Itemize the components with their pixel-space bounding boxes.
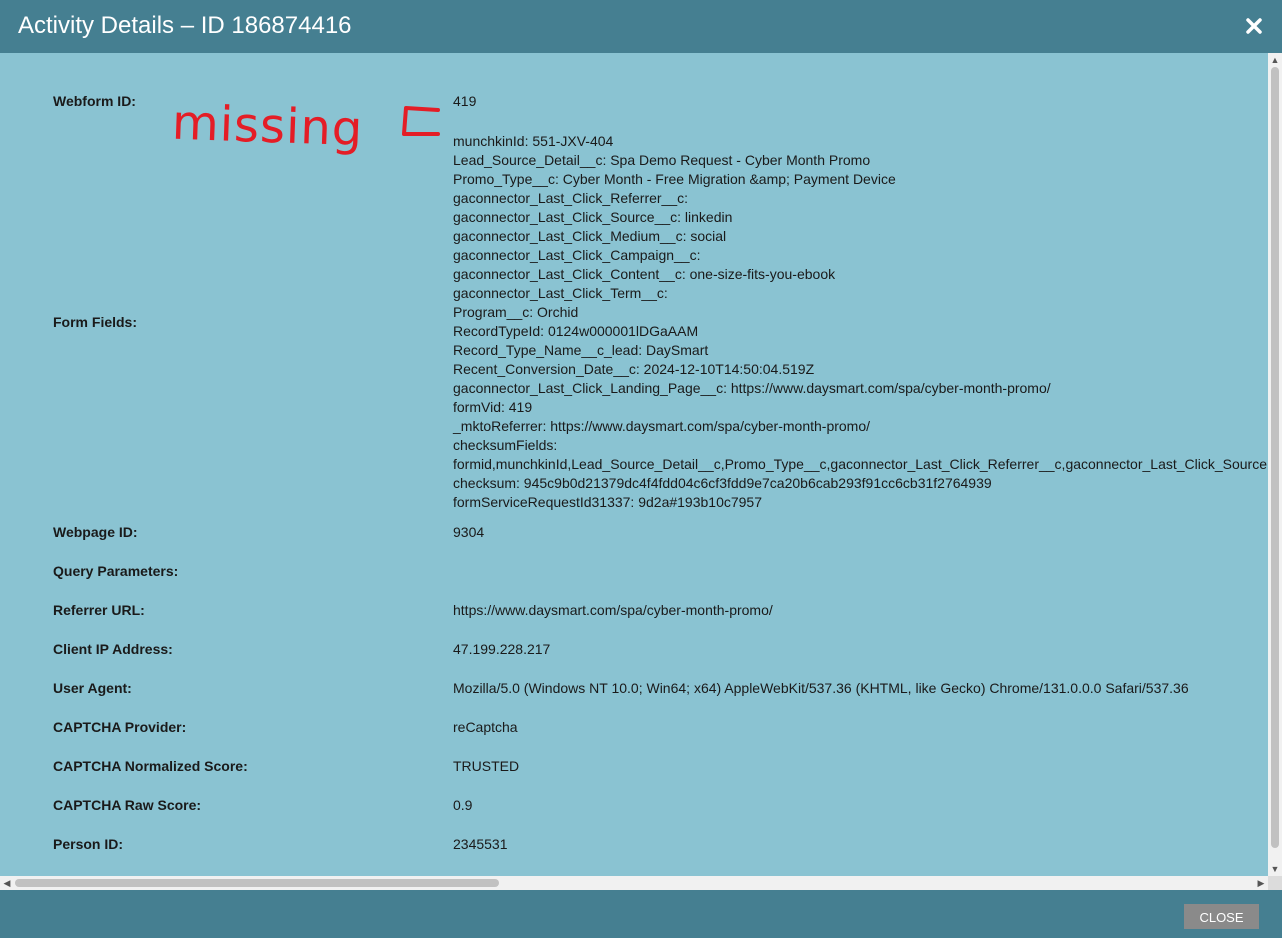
form-field-line: gaconnector_Last_Click_Medium__c: social — [453, 228, 727, 244]
detail-value: reCaptcha — [453, 718, 518, 735]
detail-value: 2345531 — [453, 835, 508, 852]
detail-label: Webpage ID: — [53, 523, 138, 540]
dialog-footer — [0, 890, 1282, 938]
detail-value: Mozilla/5.0 (Windows NT 10.0; Win64; x64… — [453, 679, 1189, 696]
form-field-line: Lead_Source_Detail__c: Spa Demo Request … — [453, 152, 871, 168]
handwritten-annotation: missing — [171, 94, 365, 158]
form-field-line: gaconnector_Last_Click_Landing_Page__c: … — [453, 380, 1051, 396]
form-field-line: checksumFields: — [453, 437, 558, 453]
handwritten-bracket-mark — [398, 104, 442, 145]
detail-row-user-agent: User Agent: Mozilla/5.0 (Windows NT 10.0… — [53, 668, 1267, 707]
details-table: Webform ID: 419 Form Fields: munchkinId:… — [53, 93, 1267, 863]
form-field-line: checksum: 945c9b0d21379dc4f4fdd04c6cf3fd… — [453, 475, 992, 491]
form-field-line: formid,munchkinId,Lead_Source_Detail__c,… — [453, 456, 1268, 472]
detail-value — [453, 551, 1267, 590]
form-field-line: gaconnector_Last_Click_Campaign__c: — [453, 247, 701, 263]
details-panel[interactable]: Webform ID: 419 Form Fields: munchkinId:… — [0, 53, 1268, 876]
scrollbar-corner — [1268, 876, 1282, 890]
form-field-line: Promo_Type__c: Cyber Month - Free Migrat… — [453, 171, 896, 187]
form-field-line: _mktoReferrer: https://www.daysmart.com/… — [453, 418, 871, 434]
detail-label: CAPTCHA Raw Score: — [53, 796, 202, 813]
detail-label: Client IP Address: — [53, 640, 173, 657]
dialog-header: Activity Details – ID 186874416 — [0, 0, 1282, 53]
detail-row-captcha-provider: CAPTCHA Provider: reCaptcha — [53, 707, 1267, 746]
form-field-line: Program__c: Orchid — [453, 304, 579, 320]
form-field-line: gaconnector_Last_Click_Term__c: — [453, 285, 668, 301]
detail-row-form-fields: Form Fields: munchkinId: 551-JXV-404 Lea… — [53, 112, 1267, 512]
form-field-line: RecordTypeId: 0124w000001lDGaAAM — [453, 323, 699, 339]
form-fields-list: munchkinId: 551-JXV-404 Lead_Source_Deta… — [453, 112, 1267, 512]
form-field-line: Recent_Conversion_Date__c: 2024-12-10T14… — [453, 361, 815, 377]
form-field-line: Record_Type_Name__c_lead: DaySmart — [453, 342, 709, 358]
detail-row-person-id: Person ID: 2345531 — [53, 824, 1267, 863]
detail-value: 419 — [453, 93, 477, 109]
detail-row-query-parameters: Query Parameters: — [53, 551, 1267, 590]
form-field-line: gaconnector_Last_Click_Content__c: one-s… — [453, 266, 836, 282]
form-field-line: gaconnector_Last_Click_Referrer__c: — [453, 190, 689, 206]
detail-value: 47.199.228.217 — [453, 640, 551, 657]
detail-value: 9304 — [453, 523, 485, 540]
scroll-left-arrow-icon[interactable]: ◀ — [0, 876, 14, 890]
close-icon[interactable] — [1242, 14, 1266, 38]
detail-label: CAPTCHA Normalized Score: — [53, 757, 248, 774]
scroll-down-arrow-icon[interactable]: ▼ — [1268, 862, 1282, 876]
detail-row-captcha-normalized-score: CAPTCHA Normalized Score: TRUSTED — [53, 746, 1267, 785]
vertical-scroll-thumb[interactable] — [1271, 67, 1279, 848]
detail-label: Person ID: — [53, 835, 124, 852]
form-field-line: gaconnector_Last_Click_Source__c: linked… — [453, 209, 733, 225]
detail-row-client-ip: Client IP Address: 47.199.228.217 — [53, 629, 1267, 668]
detail-label: Referrer URL: — [53, 601, 145, 618]
detail-label: Query Parameters: — [53, 562, 179, 579]
form-field-line: munchkinId: 551-JXV-404 — [453, 133, 614, 149]
scroll-right-arrow-icon[interactable]: ▶ — [1254, 876, 1268, 890]
scroll-up-arrow-icon[interactable]: ▲ — [1268, 53, 1282, 67]
detail-row-referrer-url: Referrer URL: https://www.daysmart.com/s… — [53, 590, 1267, 629]
horizontal-scroll-thumb[interactable] — [15, 879, 499, 887]
dialog-title: Activity Details – ID 186874416 — [18, 12, 352, 39]
detail-label: Form Fields: — [53, 314, 138, 330]
form-field-line: formServiceRequestId31337: 9d2a#193b10c7… — [453, 494, 763, 510]
detail-row-captcha-raw-score: CAPTCHA Raw Score: 0.9 — [53, 785, 1267, 824]
detail-label: User Agent: — [53, 679, 132, 696]
form-field-line: formVid: 419 — [453, 399, 533, 415]
detail-value: https://www.daysmart.com/spa/cyber-month… — [453, 601, 773, 618]
detail-label: CAPTCHA Provider: — [53, 718, 187, 735]
close-button[interactable]: CLOSE — [1184, 904, 1259, 929]
detail-row-webpage-id: Webpage ID: 9304 — [53, 512, 1267, 551]
vertical-scrollbar[interactable]: ▲ ▼ — [1268, 53, 1282, 876]
horizontal-scrollbar[interactable]: ◀ ▶ — [0, 876, 1268, 890]
detail-value: 0.9 — [453, 796, 473, 813]
detail-value: TRUSTED — [453, 757, 520, 774]
